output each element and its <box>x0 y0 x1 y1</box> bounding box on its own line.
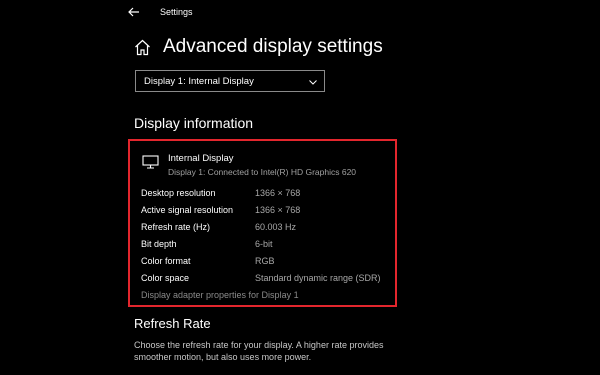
property-row: Color space Standard dynamic range (SDR) <box>141 271 391 288</box>
property-value: 1366 × 768 <box>255 188 301 198</box>
display-select-value: Display 1: Internal Display <box>144 76 254 87</box>
property-row: Bit depth 6-bit <box>141 237 391 254</box>
settings-window: Settings Advanced display settings Displ… <box>0 0 600 375</box>
property-label: Desktop resolution <box>141 188 216 198</box>
display-adapter-properties-link[interactable]: Display adapter properties for Display 1 <box>141 290 299 300</box>
app-title: Settings <box>160 7 193 17</box>
property-row: Active signal resolution 1366 × 768 <box>141 203 391 220</box>
property-row: Refresh rate (Hz) 60.003 Hz <box>141 220 391 237</box>
property-label: Refresh rate (Hz) <box>141 222 211 232</box>
display-select-dropdown[interactable]: Display 1: Internal Display <box>135 70 325 92</box>
property-label: Active signal resolution <box>141 205 234 215</box>
chevron-down-icon <box>309 80 317 85</box>
property-label: Color space <box>141 273 190 283</box>
property-label: Color format <box>141 256 191 266</box>
property-value: 6-bit <box>255 239 273 249</box>
property-row: Color format RGB <box>141 254 391 271</box>
refresh-rate-heading: Refresh Rate <box>134 316 211 331</box>
home-icon <box>135 39 150 56</box>
display-name: Internal Display <box>168 153 234 164</box>
property-label: Bit depth <box>141 239 177 249</box>
property-value: 1366 × 768 <box>255 205 301 215</box>
monitor-icon <box>142 155 159 169</box>
property-value: RGB <box>255 256 275 266</box>
property-value: Standard dynamic range (SDR) <box>255 273 381 283</box>
display-properties-list: Desktop resolution 1366 × 768 Active sig… <box>141 186 391 288</box>
page-title: Advanced display settings <box>163 36 383 57</box>
property-value: 60.003 Hz <box>255 222 297 232</box>
display-information-heading: Display information <box>134 115 254 131</box>
refresh-rate-description: Choose the refresh rate for your display… <box>134 340 384 362</box>
display-connection: Display 1: Connected to Intel(R) HD Grap… <box>168 167 357 177</box>
property-row: Desktop resolution 1366 × 768 <box>141 186 391 203</box>
back-arrow-icon[interactable] <box>126 4 142 20</box>
